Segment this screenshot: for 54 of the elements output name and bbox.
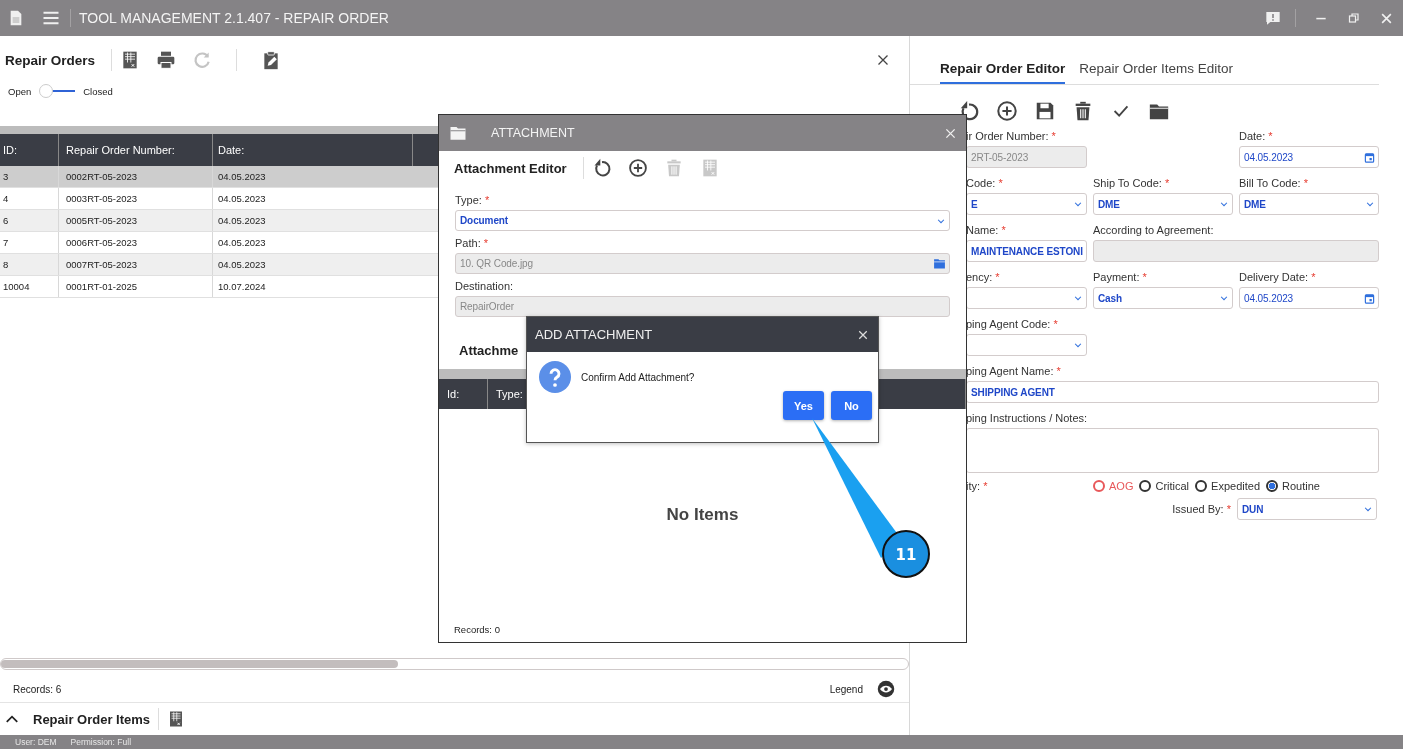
records-count: Records: 0 [453,624,501,635]
field-label: ity: * [966,480,989,494]
table-cell: 6 [0,210,59,231]
table-cell-text: 04.05.2023 [217,236,267,250]
field-label: Ship To Code: * [1093,177,1171,191]
field-label: According to Agreement: [1093,224,1215,238]
field-label: ping Agent Name: * [966,365,1062,379]
dialog-title: ADD ATTACHMENT [535,327,653,342]
table-cell: 4 [0,188,59,209]
status-text: User: DEM [15,737,57,747]
table-cell: 0006RT-05-2023 [59,232,213,253]
table-cell-text: 04.05.2023 [217,170,267,184]
window-title: TOOL MANAGEMENT 2.1.407 - REPAIR ORDER [79,10,389,26]
readonly-field: 2RT-05-2023 [966,146,1087,168]
field-label: ping Agent Code: * [966,318,1059,332]
table-cell: 8 [0,254,59,275]
records-count: Records: 6 [13,683,62,695]
table-cell: 7 [0,232,59,253]
dialog-title: ATTACHMENT [491,126,575,140]
panel-title: Repair Orders [5,52,96,68]
table-cell: 0001RT-01-2025 [59,276,213,297]
field-label: Name: * [966,224,1007,238]
field-label: Destination: [455,280,515,294]
toggle-label: Open [8,85,32,97]
empty-message: No Items [665,504,740,525]
field-label: ping Instructions / Notes: [966,412,1089,426]
section-title: Attachme [458,342,519,360]
field-label: ir Order Number: * [966,130,1057,144]
section-title: Repair Order Items [33,711,151,727]
field-label: Issued By: * [1172,503,1231,515]
table-cell: 0002RT-05-2023 [59,166,213,187]
table-cell: 0005RT-05-2023 [59,210,213,231]
field-label: Path: * [455,237,490,251]
table-cell: 3 [0,166,59,187]
field-label: Type: * [455,194,491,208]
table-cell: 10004 [0,276,59,297]
field-label: Code: * [966,177,1004,191]
field-label: ency: * [966,271,1001,285]
editor-title: Attachment Editor [454,160,567,176]
field-label: Date: * [1239,130,1274,144]
status-text: Permission: Full [70,737,132,747]
field-label: Delivery Date: * [1239,271,1317,285]
toggle-label: Closed [83,85,113,97]
field-label: Bill To Code: * [1239,177,1309,191]
table-cell: 0007RT-05-2023 [59,254,213,275]
table-cell-text: 04.05.2023 [217,214,267,228]
field-label: Payment: * [1093,271,1148,285]
table-cell-text: 10.07.2024 [217,280,267,294]
table-cell-text: 04.05.2023 [217,192,267,206]
readonly-field: RepairOrder [455,296,950,317]
table-cell: 0003RT-05-2023 [59,188,213,209]
table-cell-text: 04.05.2023 [217,258,267,272]
legend-label: Legend [829,683,863,695]
confirm-message: Confirm Add Attachment? [581,371,695,383]
